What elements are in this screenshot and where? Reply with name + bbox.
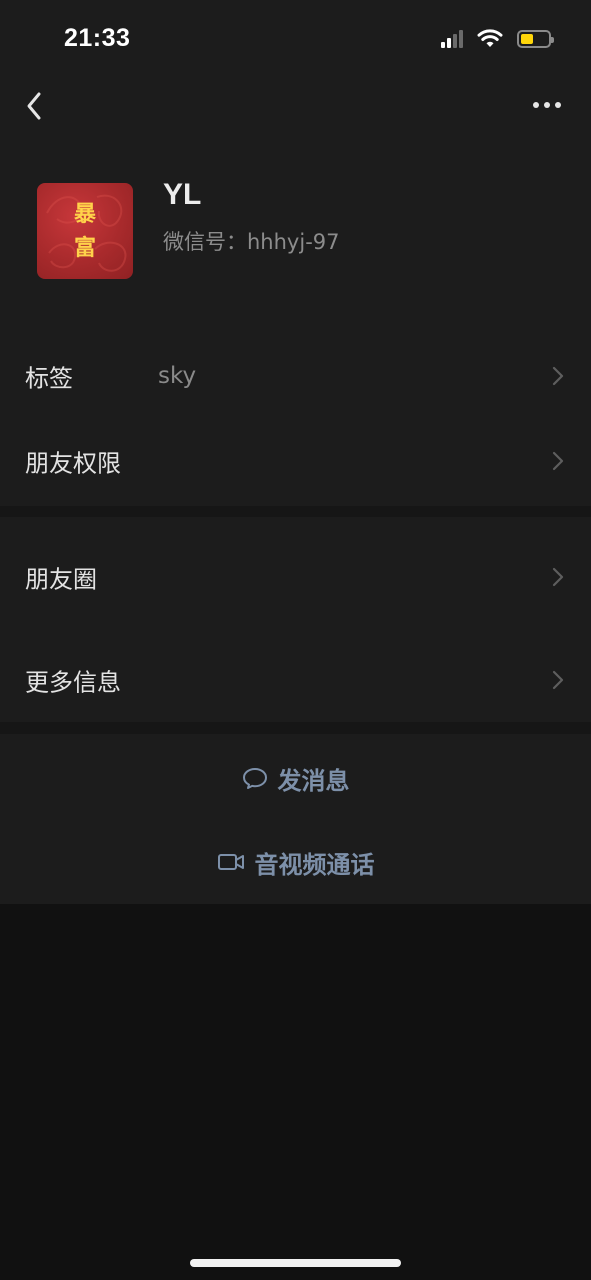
avatar[interactable]: 暴 富 <box>37 183 133 279</box>
status-bar: 21:33 <box>0 0 591 78</box>
avatar-character-top: 暴 <box>73 201 96 227</box>
chevron-right-icon <box>552 451 564 471</box>
wifi-icon <box>477 29 503 47</box>
send-message-label: 发消息 <box>277 766 350 795</box>
more-button[interactable] <box>527 88 567 122</box>
contact-info-group: 朋友圈 更多信息 <box>0 517 591 722</box>
battery-level <box>521 34 533 44</box>
home-indicator[interactable] <box>190 1259 401 1267</box>
avatar-pattern <box>46 194 127 272</box>
action-panel: 发消息 音视频通话 <box>0 734 591 904</box>
chevron-left-icon <box>27 92 41 120</box>
friend-permission-label: 朋友权限 <box>25 449 121 478</box>
profile-header: 暴 富 YL 微信号：hhhyj-97 <box>0 134 591 334</box>
section-divider <box>0 722 591 734</box>
moments-label: 朋友圈 <box>25 565 97 594</box>
avatar-character-bottom: 富 <box>73 235 96 261</box>
status-time: 21:33 <box>64 24 131 52</box>
back-button[interactable] <box>18 84 58 128</box>
video-call-button[interactable]: 音视频通话 <box>0 838 591 886</box>
tag-label: 标签 <box>25 364 73 393</box>
profile-name: YL <box>163 178 202 211</box>
cellular-signal-icon <box>441 30 463 48</box>
tag-row[interactable]: 标签 sky <box>0 334 591 418</box>
more-info-row[interactable]: 更多信息 <box>0 637 591 722</box>
more-info-label: 更多信息 <box>25 668 121 696</box>
contact-settings-group: 标签 sky 朋友权限 <box>0 334 591 517</box>
chat-bubble-icon <box>242 768 267 789</box>
chevron-right-icon <box>552 567 564 587</box>
moments-row[interactable]: 朋友圈 <box>0 517 591 637</box>
video-camera-icon <box>217 854 244 870</box>
wechat-id: 微信号：hhhyj-97 <box>163 230 340 254</box>
chevron-right-icon <box>552 366 564 386</box>
more-horizontal-icon <box>533 102 561 108</box>
status-icons <box>441 28 554 50</box>
section-divider <box>0 506 591 517</box>
chevron-right-icon <box>552 670 564 689</box>
friend-permission-row[interactable]: 朋友权限 <box>0 418 591 504</box>
send-message-button[interactable]: 发消息 <box>0 754 591 802</box>
nav-bar <box>0 78 591 134</box>
tag-value: sky <box>158 363 197 389</box>
battery-icon <box>517 30 554 48</box>
video-call-label: 音视频通话 <box>254 850 375 879</box>
